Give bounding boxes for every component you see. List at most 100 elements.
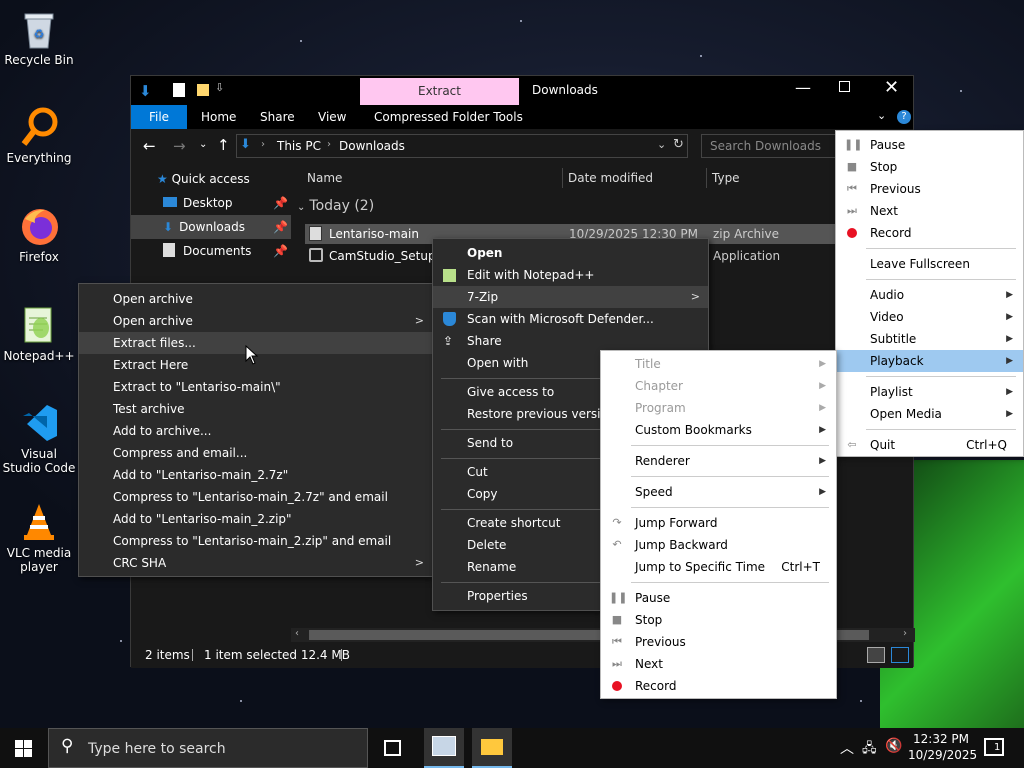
- vlc-playback-custom-bookmarks[interactable]: Custom Bookmarks ▶: [601, 419, 836, 441]
- nav-item-desktop[interactable]: Desktop 📌: [131, 191, 291, 215]
- column-type[interactable]: Type: [712, 163, 740, 193]
- vlc-menu-subtitle[interactable]: Subtitle ▶: [836, 328, 1023, 350]
- nav-item-documents[interactable]: Documents 📌: [131, 239, 291, 263]
- tab-file[interactable]: File: [131, 105, 187, 129]
- refresh-icon[interactable]: ↻: [673, 137, 684, 152]
- address-dropdown-icon[interactable]: ⌄: [657, 138, 666, 151]
- ribbon-expand-icon[interactable]: ⌄: [877, 109, 886, 122]
- vlc-playback-pause[interactable]: ❚❚ Pause: [601, 587, 836, 609]
- jump-backward-icon: ↶: [612, 538, 622, 551]
- task-view-icon[interactable]: [384, 740, 401, 756]
- scroll-left-icon[interactable]: ‹: [295, 628, 299, 639]
- menu-item-open-archive[interactable]: Open archive: [79, 288, 432, 310]
- extract-context-tab[interactable]: Extract: [360, 78, 519, 105]
- tab-home[interactable]: Home: [201, 105, 236, 129]
- column-date-modified[interactable]: Date modified: [568, 163, 653, 193]
- vlc-menu-stop[interactable]: ■ Stop: [836, 156, 1023, 178]
- menu-item-extract-to-folder[interactable]: Extract to "Lentariso-main\": [79, 376, 432, 398]
- vlc-menu-next[interactable]: ⏭ Next: [836, 200, 1023, 222]
- network-icon[interactable]: 🖧: [862, 739, 877, 761]
- tab-compressed-folder-tools[interactable]: Compressed Folder Tools: [374, 105, 523, 129]
- menu-item-scan-defender[interactable]: Scan with Microsoft Defender...: [433, 308, 708, 330]
- up-button[interactable]: ↑: [217, 136, 230, 154]
- menu-item-open-archive-submenu[interactable]: Open archive >: [79, 310, 432, 332]
- taskbar-search-box[interactable]: ⚲ Type here to search: [48, 728, 368, 768]
- breadcrumb-this-pc[interactable]: This PC: [277, 139, 321, 153]
- vlc-playback-record[interactable]: Record: [601, 675, 836, 697]
- menu-item-open[interactable]: Open: [433, 242, 708, 264]
- vlc-menu-quit[interactable]: ⇦ Quit Ctrl+Q: [836, 434, 1023, 456]
- taskbar-app-vlc-preview[interactable]: [424, 728, 464, 768]
- group-header[interactable]: ⌄ Today (2): [297, 198, 374, 214]
- desktop-icon-firefox[interactable]: Firefox: [2, 205, 76, 264]
- menu-item-add-to-7z[interactable]: Add to "Lentariso-main_2.7z": [79, 464, 432, 486]
- show-hidden-icons-chevron[interactable]: ︿: [840, 738, 854, 758]
- menu-item-compress-zip-email[interactable]: Compress to "Lentariso-main_2.zip" and e…: [79, 530, 432, 552]
- title-bar[interactable]: ⬇ ⇩ Extract Downloads — ✕: [131, 76, 913, 105]
- new-folder-icon[interactable]: [197, 84, 209, 96]
- recent-dropdown-icon[interactable]: ⌄: [199, 139, 207, 150]
- close-button[interactable]: ✕: [884, 77, 899, 98]
- vlc-playback-jump-backward[interactable]: ↶ Jump Backward: [601, 534, 836, 556]
- vlc-menu-previous[interactable]: ⏮ Previous: [836, 178, 1023, 200]
- vlc-playback-stop[interactable]: ■ Stop: [601, 609, 836, 631]
- details-view-icon[interactable]: [867, 647, 885, 663]
- large-icons-view-icon[interactable]: [891, 647, 909, 663]
- tab-view[interactable]: View: [318, 105, 346, 129]
- windows-start-icon[interactable]: [15, 740, 32, 757]
- vlc-menu-playback[interactable]: Playback ▶: [836, 350, 1023, 372]
- taskbar-app-file-explorer[interactable]: [472, 728, 512, 768]
- vlc-playback-next[interactable]: ⏭ Next: [601, 653, 836, 675]
- desktop-icon-notepadpp[interactable]: Notepad++: [2, 304, 76, 363]
- vlc-menu-record[interactable]: Record: [836, 222, 1023, 244]
- menu-separator: [631, 445, 829, 446]
- notification-center-icon[interactable]: 1: [984, 738, 1004, 756]
- vlc-menu-playlist[interactable]: Playlist ▶: [836, 381, 1023, 403]
- address-bar[interactable]: ⬇ › This PC › Downloads ⌄ ↻: [236, 134, 688, 158]
- desktop-icon-everything[interactable]: Everything: [2, 106, 76, 165]
- vlc-menu-leave-fullscreen[interactable]: Leave Fullscreen: [836, 253, 1023, 275]
- vlc-menu-video[interactable]: Video ▶: [836, 306, 1023, 328]
- desktop-icon-vlc[interactable]: VLC media player: [2, 501, 76, 574]
- desktop-icon-recycle-bin[interactable]: ♻ Recycle Bin: [2, 8, 76, 67]
- vlc-menu-audio[interactable]: Audio ▶: [836, 284, 1023, 306]
- breadcrumb-downloads[interactable]: Downloads: [339, 139, 405, 153]
- vlc-playback-program[interactable]: Program ▶: [601, 397, 836, 419]
- vlc-playback-renderer[interactable]: Renderer ▶: [601, 450, 836, 472]
- menu-item-edit-notepadpp[interactable]: Edit with Notepad++: [433, 264, 708, 286]
- menu-item-crc-sha[interactable]: CRC SHA >: [79, 552, 432, 574]
- help-icon[interactable]: ?: [897, 110, 911, 124]
- maximize-button[interactable]: [839, 81, 850, 92]
- column-divider[interactable]: [706, 168, 707, 188]
- nav-item-downloads[interactable]: ⬇ Downloads 📌: [131, 215, 291, 239]
- qat-dropdown-icon[interactable]: ⇩: [215, 81, 224, 94]
- vlc-menu-open-media[interactable]: Open Media ▶: [836, 403, 1023, 425]
- submenu-arrow-icon: ▶: [1006, 387, 1013, 397]
- desktop-icon-vscode[interactable]: Visual Studio Code: [2, 402, 76, 475]
- nav-quick-access[interactable]: ★ Quick access: [131, 167, 291, 191]
- vlc-menu-pause[interactable]: ❚❚ Pause: [836, 134, 1023, 156]
- tab-share[interactable]: Share: [260, 105, 295, 129]
- column-name[interactable]: Name: [307, 163, 342, 193]
- vlc-playback-chapter[interactable]: Chapter ▶: [601, 375, 836, 397]
- menu-item-compress-and-email[interactable]: Compress and email...: [79, 442, 432, 464]
- vlc-playback-previous[interactable]: ⏮ Previous: [601, 631, 836, 653]
- vlc-playback-jump-forward[interactable]: ↷ Jump Forward: [601, 512, 836, 534]
- minimize-button[interactable]: —: [795, 78, 811, 97]
- system-clock[interactable]: 12:32 PM 10/29/2025: [908, 731, 977, 763]
- menu-item-add-to-archive[interactable]: Add to archive...: [79, 420, 432, 442]
- properties-icon[interactable]: [173, 83, 185, 97]
- menu-item-7zip[interactable]: 7-Zip >: [433, 286, 708, 308]
- scroll-right-icon[interactable]: ›: [903, 628, 907, 639]
- menu-item-compress-7z-email[interactable]: Compress to "Lentariso-main_2.7z" and em…: [79, 486, 432, 508]
- menu-item-add-to-zip[interactable]: Add to "Lentariso-main_2.zip": [79, 508, 432, 530]
- vlc-playback-jump-specific-time[interactable]: Jump to Specific Time Ctrl+T: [601, 556, 836, 578]
- volume-muted-icon[interactable]: 🔇: [885, 738, 902, 754]
- back-button[interactable]: ←: [143, 137, 156, 155]
- vlc-playback-title[interactable]: Title ▶: [601, 353, 836, 375]
- menu-item-test-archive[interactable]: Test archive: [79, 398, 432, 420]
- forward-button[interactable]: →: [173, 137, 186, 155]
- menu-item-share[interactable]: ⇪ Share: [433, 330, 708, 352]
- column-divider[interactable]: [562, 168, 563, 188]
- vlc-playback-speed[interactable]: Speed ▶: [601, 481, 836, 503]
